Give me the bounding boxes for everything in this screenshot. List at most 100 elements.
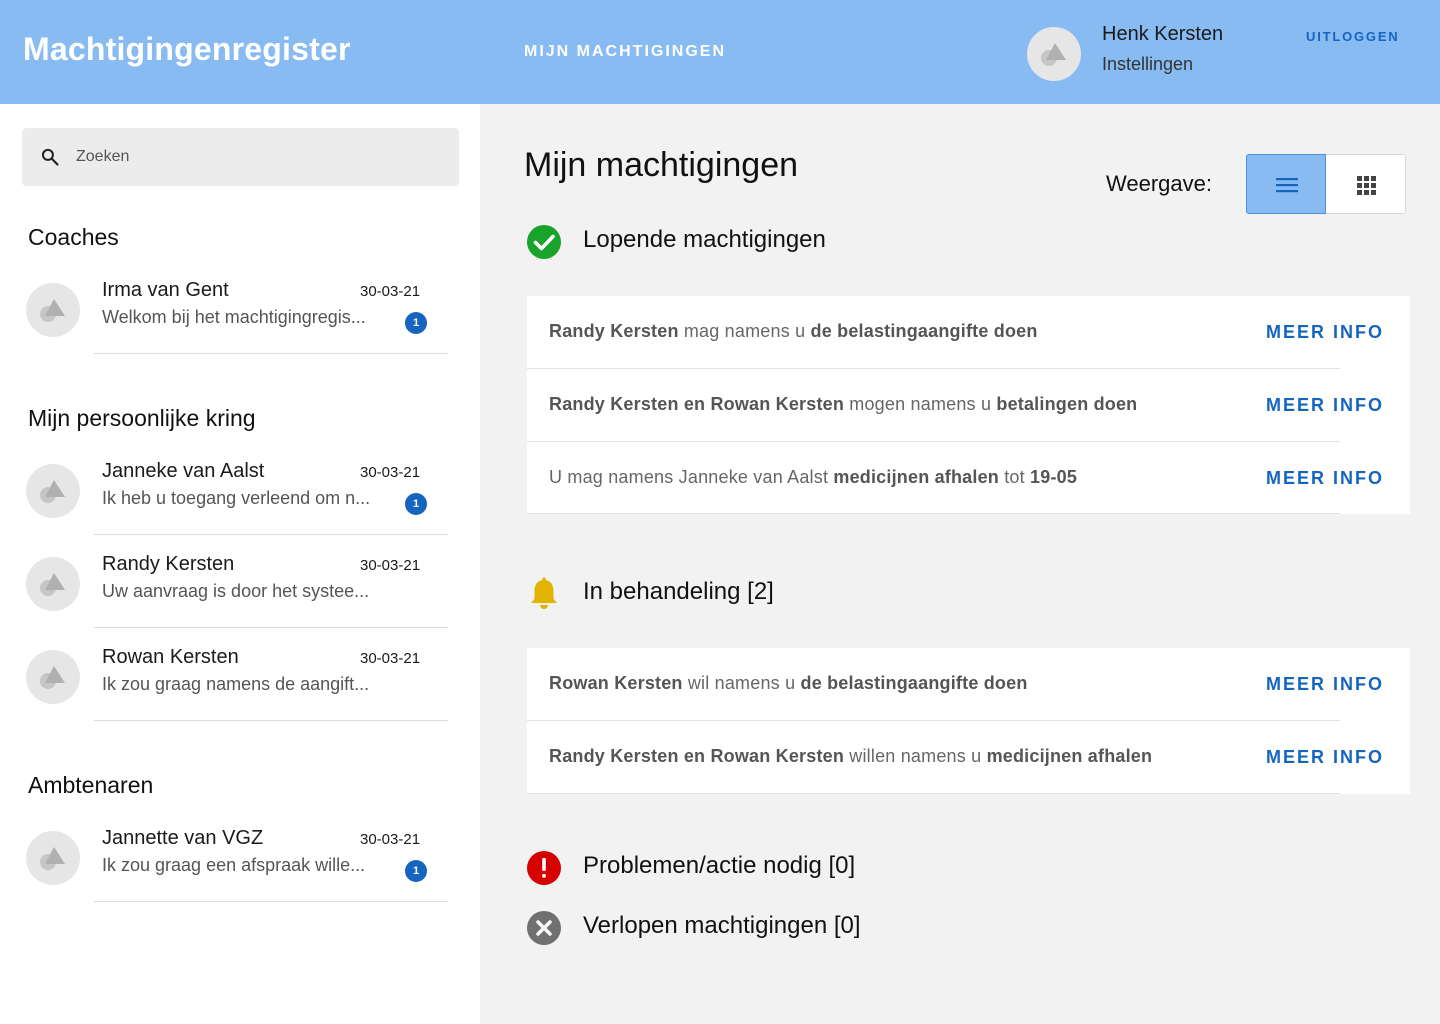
list-item: Rowan Kersten wil namens u de belastinga… (527, 648, 1410, 721)
list-item: U mag namens Janneke van Aalst medicijne… (527, 442, 1410, 514)
contact-date: 30-03-21 (360, 831, 421, 848)
view-toggle (1246, 154, 1406, 214)
person-name: Randy Kersten en Rowan Kersten (549, 746, 845, 766)
permission-text: Randy Kersten mag namens u de belastinga… (549, 321, 1038, 342)
unread-badge: 1 (405, 860, 427, 882)
permission-text: Randy Kersten en Rowan Kersten willen na… (549, 746, 1152, 767)
divider (94, 627, 448, 628)
list-icon (1276, 178, 1298, 193)
section-title: Verlopen machtigingen [0] (583, 912, 861, 939)
avatar-placeholder-icon (40, 480, 65, 503)
contact-name: Irma van Gent (102, 279, 229, 301)
avatar-placeholder-icon (40, 847, 65, 870)
avatar (26, 831, 80, 885)
section-title-ambtenaren: Ambtenaren (28, 772, 154, 798)
divider (94, 720, 448, 721)
permission-until: tot (999, 467, 1031, 487)
view-label: Weergave: (1106, 171, 1212, 196)
meer-info-button[interactable]: MEER INFO (1266, 674, 1384, 695)
contact-date: 30-03-21 (360, 557, 421, 574)
app-title: Machtigingenregister (23, 31, 351, 67)
avatar-placeholder-icon (40, 299, 65, 322)
section-title-coaches: Coaches (28, 224, 119, 250)
settings-link[interactable]: Instellingen (1102, 54, 1193, 75)
contact-last-message: Uw aanvraag is door het systee... (102, 581, 370, 601)
grid-icon (1357, 176, 1376, 195)
list-item: Randy Kersten en Rowan Kersten mogen nam… (527, 369, 1410, 442)
contact-item-jannette[interactable]: Jannette van VGZ 30-03-21 Ik zou graag e… (26, 827, 450, 924)
contact-last-message: Ik zou graag namens de aangift... (102, 674, 370, 694)
permission-action: de belastingaangifte doen (810, 321, 1038, 341)
avatar-placeholder-icon (40, 666, 65, 689)
permission-verb: mogen namens u (844, 394, 997, 414)
permission-action: medicijnen afhalen (833, 467, 1000, 487)
sidebar: Coaches Irma van Gent 30-03-21 Welkom bi… (0, 104, 480, 1024)
permission-action: medicijnen afhalen (986, 746, 1153, 766)
top-bar: Machtigingenregister MIJN MACHTIGINGEN H… (0, 0, 1440, 104)
unread-badge: 1 (405, 312, 427, 334)
divider (527, 513, 1340, 514)
permission-text: Rowan Kersten wil namens u de belastinga… (549, 673, 1028, 694)
permission-end-date: 19-05 (1030, 467, 1078, 487)
bell-icon (531, 577, 557, 609)
list-view-button[interactable] (1246, 154, 1326, 214)
divider (94, 534, 448, 535)
meer-info-button[interactable]: MEER INFO (1266, 747, 1384, 768)
user-avatar[interactable] (1027, 27, 1081, 81)
list-item: Randy Kersten en Rowan Kersten willen na… (527, 721, 1410, 794)
contact-item-irma[interactable]: Irma van Gent 30-03-21 Welkom bij het ma… (26, 279, 450, 376)
search-input[interactable] (76, 128, 446, 186)
pending-list: Rowan Kersten wil namens u de belastinga… (527, 648, 1410, 794)
permission-text: U mag namens Janneke van Aalst medicijne… (549, 467, 1077, 488)
divider (94, 353, 448, 354)
search-box (22, 128, 459, 186)
permission-verb: mag namens u (678, 321, 811, 341)
contact-name: Janneke van Aalst (102, 460, 265, 482)
permission-text: Randy Kersten en Rowan Kersten mogen nam… (549, 394, 1137, 415)
alert-circle-icon (527, 851, 561, 885)
check-circle-icon (527, 225, 561, 259)
avatar-placeholder-icon (1041, 43, 1066, 66)
contact-name: Jannette van VGZ (102, 827, 264, 849)
avatar (26, 557, 80, 611)
avatar (26, 283, 80, 337)
running-list: Randy Kersten mag namens u de belastinga… (527, 296, 1410, 514)
permission-action: de belastingaangifte doen (800, 673, 1028, 693)
close-circle-icon (527, 911, 561, 945)
divider (94, 901, 448, 902)
contact-last-message: Ik heb u toegang verleend om n... (102, 488, 371, 508)
contact-date: 30-03-21 (360, 283, 421, 300)
person-name: Randy Kersten (549, 321, 679, 341)
person-name: Rowan Kersten (549, 673, 683, 693)
search-icon (41, 148, 59, 166)
list-item: Randy Kersten mag namens u de belastinga… (527, 296, 1410, 369)
section-title: Lopende machtigingen (583, 226, 826, 253)
section-title: Problemen/actie nodig [0] (583, 852, 856, 879)
avatar-placeholder-icon (40, 573, 65, 596)
divider (527, 793, 1340, 794)
avatar (26, 650, 80, 704)
contact-date: 30-03-21 (360, 650, 421, 667)
avatar (26, 464, 80, 518)
permission-verb: wil namens u (682, 673, 801, 693)
unread-badge: 1 (405, 493, 427, 515)
contact-item-randy[interactable]: Randy Kersten 30-03-21 Uw aanvraag is do… (26, 553, 450, 650)
grid-view-button[interactable] (1326, 154, 1406, 214)
section-title-persoonlijke-kring: Mijn persoonlijke kring (28, 405, 256, 431)
nav-mijn-machtigingen[interactable]: MIJN MACHTIGINGEN (524, 43, 726, 61)
page-title: Mijn machtigingen (524, 146, 799, 184)
meer-info-button[interactable]: MEER INFO (1266, 395, 1384, 416)
contact-last-message: Welkom bij het machtigingregis... (102, 307, 366, 327)
contact-last-message: Ik zou graag een afspraak wille... (102, 855, 366, 875)
meer-info-button[interactable]: MEER INFO (1266, 322, 1384, 343)
contact-date: 30-03-21 (360, 464, 421, 481)
permission-verb: U mag namens Janneke van Aalst (549, 467, 834, 487)
contact-item-janneke[interactable]: Janneke van Aalst 30-03-21 Ik heb u toeg… (26, 460, 450, 557)
permission-action: betalingen doen (996, 394, 1138, 414)
meer-info-button[interactable]: MEER INFO (1266, 468, 1384, 489)
contact-item-rowan[interactable]: Rowan Kersten 30-03-21 Ik zou graag name… (26, 646, 450, 743)
permission-verb: willen namens u (844, 746, 987, 766)
contact-name: Rowan Kersten (102, 646, 239, 668)
contact-name: Randy Kersten (102, 553, 235, 575)
logout-button[interactable]: UITLOGGEN (1306, 29, 1399, 44)
